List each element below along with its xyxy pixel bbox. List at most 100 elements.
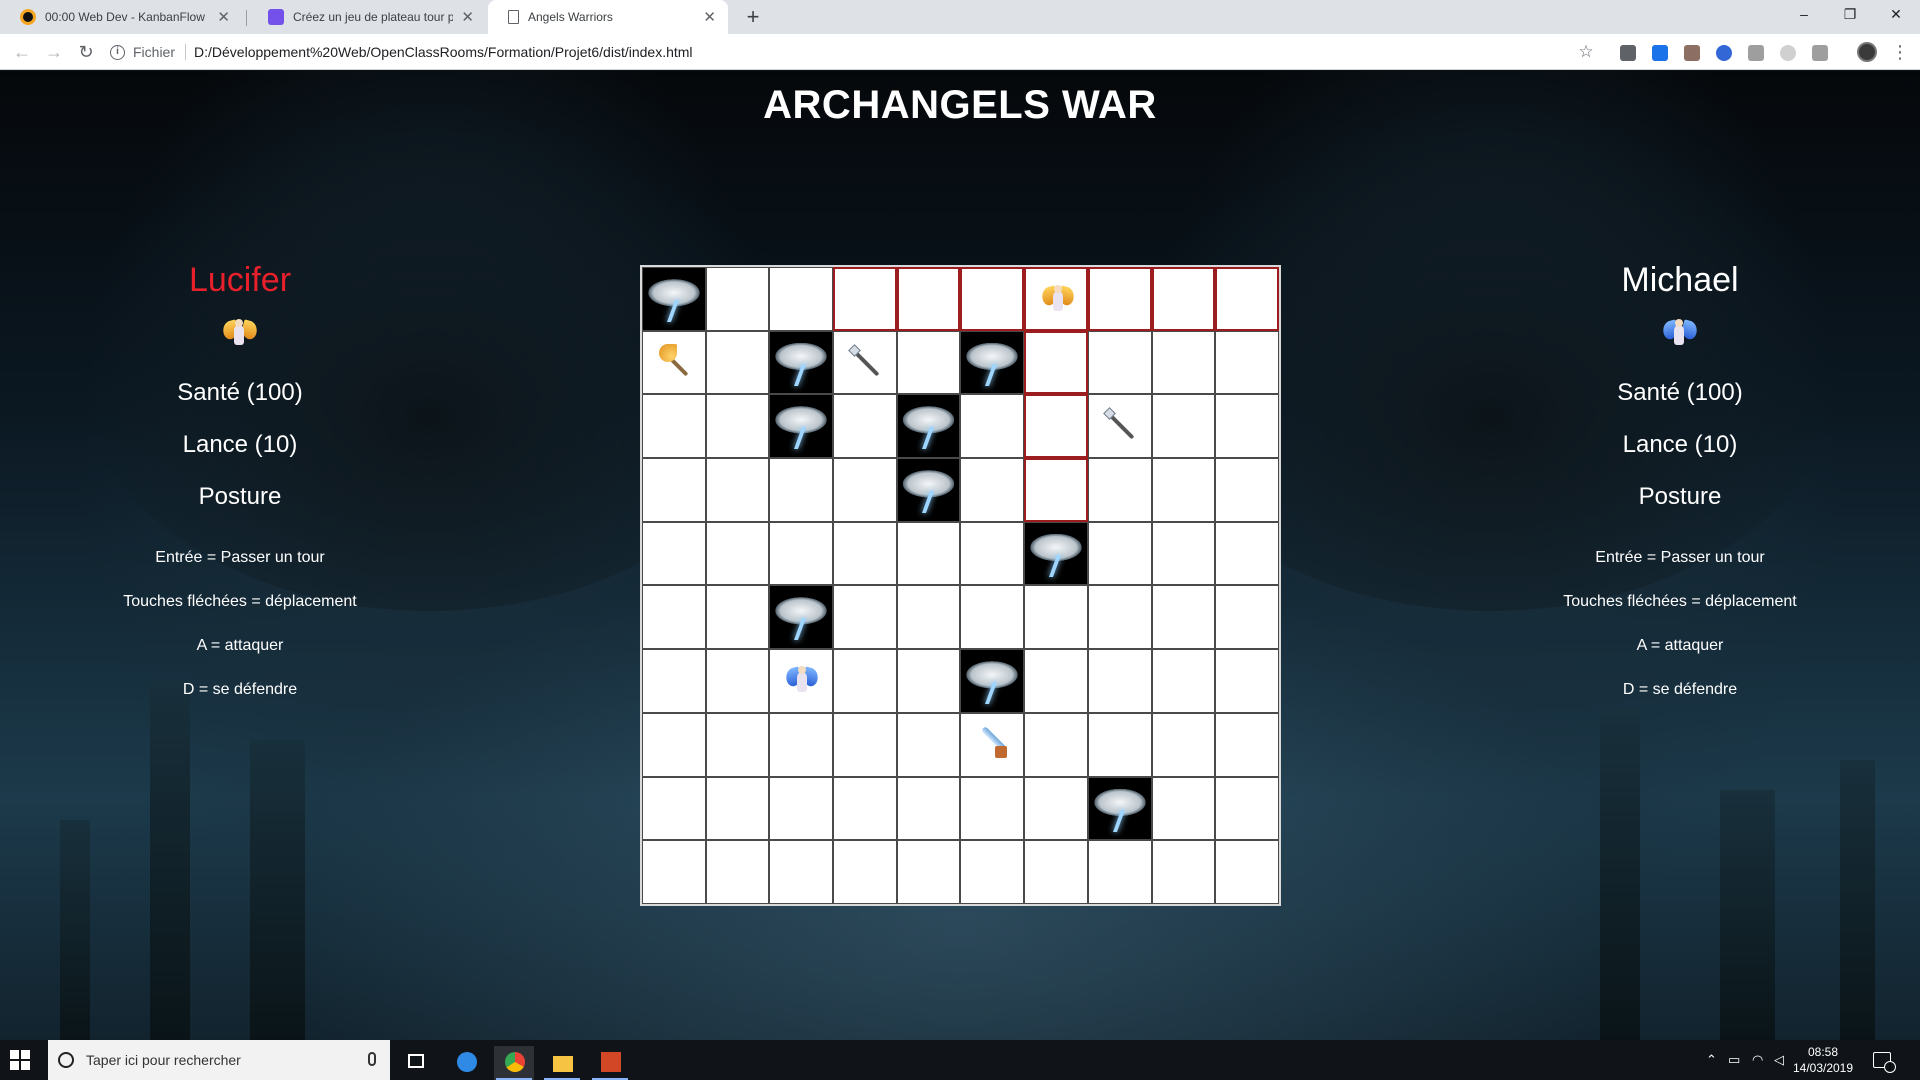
board-cell[interactable]	[960, 521, 1025, 586]
storm-cloud-obstacle[interactable]	[960, 330, 1025, 395]
info-icon[interactable]: i	[110, 44, 125, 60]
board-cell[interactable]	[896, 585, 961, 650]
board-cell[interactable]	[1151, 585, 1216, 650]
board-cell[interactable]	[960, 776, 1025, 841]
volume-icon[interactable]: ◁	[1774, 1052, 1784, 1068]
board-cell[interactable]	[833, 776, 897, 841]
storm-cloud-obstacle[interactable]	[896, 394, 961, 459]
board-cell[interactable]	[1215, 712, 1279, 777]
board-cell[interactable]	[960, 394, 1025, 459]
board-cell[interactable]	[769, 521, 834, 586]
board-cell[interactable]	[769, 267, 834, 331]
board-cell[interactable]	[1151, 649, 1216, 713]
board-cell[interactable]	[1087, 649, 1152, 713]
board-cell[interactable]	[642, 649, 706, 713]
tab-angels-warriors[interactable]: Angels Warriors ✕	[488, 0, 728, 34]
new-tab-button[interactable]: +	[739, 3, 767, 31]
board-cell[interactable]	[705, 649, 770, 713]
storm-cloud-obstacle[interactable]	[1087, 776, 1152, 841]
windows-start-icon[interactable]	[10, 1050, 30, 1070]
board-cell[interactable]	[1151, 267, 1216, 331]
board-cell[interactable]	[1087, 267, 1152, 331]
board-cell[interactable]	[960, 267, 1025, 331]
board-cell[interactable]	[1024, 649, 1088, 713]
board-cell[interactable]	[1215, 840, 1279, 904]
board-cell[interactable]	[896, 521, 961, 586]
board-cell[interactable]	[833, 840, 897, 904]
board-cell[interactable]	[833, 521, 897, 586]
board-cell[interactable]	[705, 840, 770, 904]
storm-cloud-obstacle[interactable]	[769, 394, 834, 459]
extension-equalizer-icon[interactable]	[1620, 45, 1636, 61]
board-cell[interactable]	[769, 776, 834, 841]
system-clock[interactable]: 08:58 14/03/2019	[1788, 1044, 1858, 1076]
board-cell[interactable]	[1151, 840, 1216, 904]
back-arrow-icon[interactable]: ←	[10, 40, 34, 64]
profile-avatar[interactable]	[1857, 42, 1877, 62]
board-cell[interactable]	[1024, 840, 1088, 904]
board-cell[interactable]	[705, 585, 770, 650]
board-cell[interactable]	[960, 840, 1025, 904]
board-cell[interactable]	[769, 649, 834, 713]
board-cell[interactable]	[1215, 394, 1279, 459]
board-cell[interactable]	[1024, 458, 1088, 522]
extension-badge-icon[interactable]	[1652, 45, 1668, 61]
board-cell[interactable]	[896, 267, 961, 331]
taskbar-search-box[interactable]: Taper ici pour rechercher	[48, 1040, 390, 1080]
board-cell[interactable]	[1024, 712, 1088, 777]
extension-eyedropper-icon[interactable]	[1748, 45, 1764, 61]
board-cell[interactable]	[705, 458, 770, 522]
extension-pdf-icon[interactable]	[1684, 45, 1700, 61]
board-cell[interactable]	[1151, 521, 1216, 586]
board-cell[interactable]	[1024, 585, 1088, 650]
close-icon[interactable]: ✕	[217, 8, 230, 26]
close-icon[interactable]: ✕	[461, 8, 474, 26]
file-explorer-icon[interactable]	[542, 1046, 582, 1080]
board-cell[interactable]	[833, 585, 897, 650]
board-cell[interactable]	[960, 458, 1025, 522]
board-cell[interactable]	[642, 330, 706, 395]
board-cell[interactable]	[1087, 585, 1152, 650]
edge-icon[interactable]	[446, 1046, 486, 1080]
board-cell[interactable]	[833, 330, 897, 395]
board-cell[interactable]	[1024, 394, 1088, 459]
board-cell[interactable]	[1215, 330, 1279, 395]
board-cell[interactable]	[1087, 458, 1152, 522]
board-cell[interactable]	[1151, 458, 1216, 522]
microphone-icon[interactable]	[368, 1052, 376, 1066]
board-cell[interactable]	[1215, 458, 1279, 522]
task-view-icon[interactable]	[396, 1046, 436, 1080]
url-text[interactable]: D:/Développement%20Web/OpenClassRooms/Fo…	[194, 44, 693, 60]
board-cell[interactable]	[896, 840, 961, 904]
board-cell[interactable]	[705, 521, 770, 586]
board-cell[interactable]	[1087, 330, 1152, 395]
storm-cloud-obstacle[interactable]	[769, 585, 834, 650]
battery-icon[interactable]: ▭	[1728, 1052, 1740, 1068]
board-cell[interactable]	[705, 394, 770, 459]
board-cell[interactable]	[1024, 330, 1088, 395]
board-cell[interactable]	[705, 776, 770, 841]
board-cell[interactable]	[642, 521, 706, 586]
bookmark-star-icon[interactable]: ☆	[1574, 40, 1598, 64]
close-icon[interactable]: ✕	[703, 8, 716, 26]
storm-cloud-obstacle[interactable]	[642, 267, 706, 331]
board-cell[interactable]	[1151, 330, 1216, 395]
board-cell[interactable]	[896, 712, 961, 777]
notification-center-icon[interactable]: 1	[1873, 1052, 1896, 1073]
board-cell[interactable]	[642, 712, 706, 777]
board-cell[interactable]	[1024, 776, 1088, 841]
board-cell[interactable]	[642, 585, 706, 650]
menu-kebab-icon[interactable]: ⋮	[1890, 40, 1910, 64]
board-cell[interactable]	[642, 776, 706, 841]
extension-circle-icon[interactable]	[1780, 45, 1796, 61]
board-cell[interactable]	[1215, 649, 1279, 713]
board-cell[interactable]	[1087, 712, 1152, 777]
board-cell[interactable]	[833, 649, 897, 713]
board-cell[interactable]	[833, 267, 897, 331]
board-cell[interactable]	[833, 712, 897, 777]
board-cell[interactable]	[1087, 394, 1152, 459]
reload-icon[interactable]: ↻	[74, 40, 98, 64]
storm-cloud-obstacle[interactable]	[896, 458, 961, 522]
chrome-icon[interactable]	[494, 1046, 534, 1080]
board-cell[interactable]	[960, 585, 1025, 650]
